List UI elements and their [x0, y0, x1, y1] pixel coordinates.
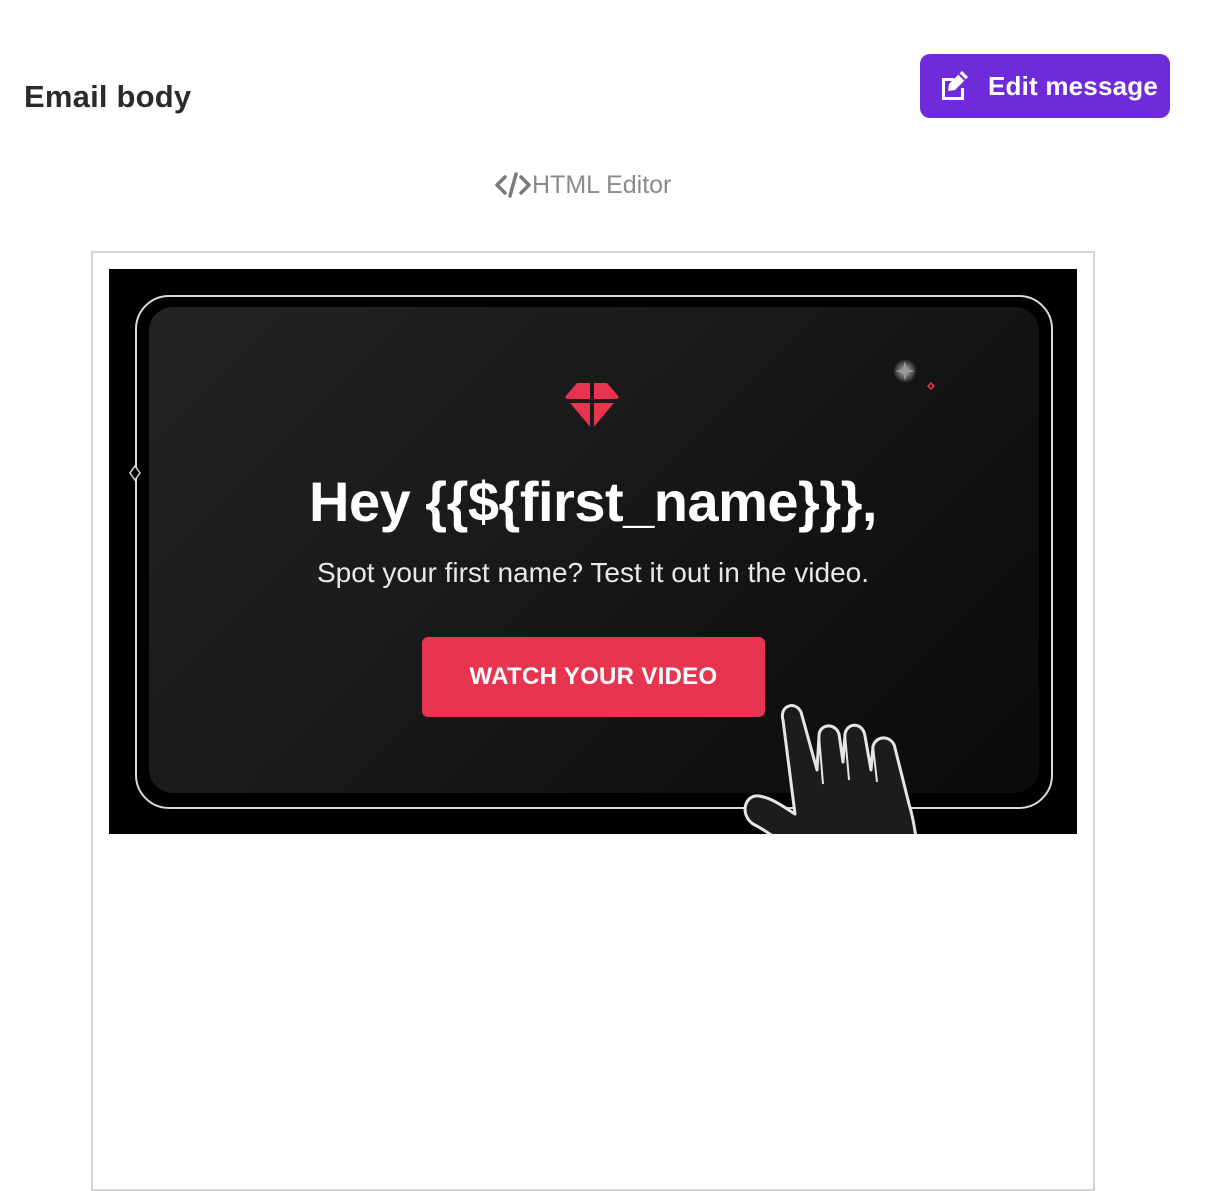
edit-message-label: Edit message [988, 70, 1159, 101]
edit-message-button[interactable]: Edit message [920, 54, 1170, 118]
banner-subtext: Spot your first name? Test it out in the… [316, 557, 869, 588]
heart-gem-logo [565, 383, 619, 429]
email-banner-image[interactable]: Hey {{${first_name}}}, Spot your first n… [109, 269, 1077, 834]
html-editor-link[interactable]: HTML Editor [494, 168, 671, 202]
watch-video-button[interactable]: WATCH YOUR VIDEO [422, 637, 765, 717]
html-editor-label: HTML Editor [532, 170, 672, 199]
edit-icon [934, 66, 974, 106]
banner-headline: Hey {{${first_name}}}, [309, 470, 877, 533]
email-body-title: Email body [24, 79, 192, 114]
code-icon [494, 170, 532, 200]
sparkle-icon [893, 359, 936, 391]
hand-pointer-icon [743, 704, 917, 834]
